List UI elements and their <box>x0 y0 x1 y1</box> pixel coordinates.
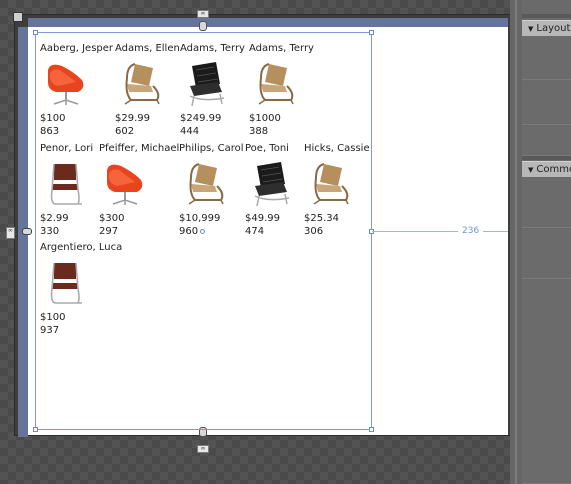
price-text: $100 <box>40 113 66 124</box>
collapse-triangle-icon: ▼ <box>528 25 534 33</box>
price-text: $10,999 <box>179 213 221 224</box>
list-item[interactable]: Hicks, Cassie $25.34 306 <box>304 142 370 238</box>
list-item[interactable]: Adams, Ellen $29.99 602 <box>115 42 180 138</box>
customer-name: Philips, Carol <box>179 143 244 154</box>
margin-readout: 236 <box>458 226 484 236</box>
list-item[interactable]: Adams, Terry $1000 388 <box>249 42 314 138</box>
common-pane-bottom <box>522 280 571 484</box>
cantilever-chair-icon <box>42 259 88 307</box>
bottom-anchor-label: ∞ <box>197 445 209 453</box>
leather-chair-icon <box>247 160 293 208</box>
collapse-triangle-icon: ▼ <box>528 166 534 174</box>
section-header-layout[interactable]: ▼ Layout <box>522 20 571 36</box>
price-text: $25.34 <box>304 213 339 224</box>
customer-name: Adams, Ellen <box>115 43 180 54</box>
common-pane-top <box>522 178 571 228</box>
designer-window: { "items": [ {"name":"Aaberg, Jesper","p… <box>0 0 571 484</box>
margin-guide-line <box>372 231 508 232</box>
egg-chair-icon <box>101 160 147 208</box>
egg-chair-icon <box>42 60 88 108</box>
panel-gap <box>522 14 571 18</box>
price-text: $2.99 <box>40 213 69 224</box>
customer-name: Aaberg, Jesper <box>40 43 114 54</box>
quantity-text: 474 <box>245 226 265 237</box>
list-item[interactable]: Pfeiffer, Michael $300 297 <box>99 142 179 238</box>
layout-pane-mid <box>522 81 571 125</box>
quantity-text: 602 <box>115 126 135 137</box>
layout-pane-bottom <box>522 126 571 156</box>
customer-name: Poe, Toni <box>245 143 289 154</box>
section-header-common-properties[interactable]: ▼Common Properties <box>522 161 571 177</box>
bentwood-chair-icon <box>306 160 352 208</box>
top-anchor-pin-icon[interactable] <box>199 21 207 31</box>
section-title: Common Properties <box>536 164 571 175</box>
quantity-text: 937 <box>40 325 60 336</box>
list-item[interactable]: Argentiero, Luca $100 937 <box>40 241 122 337</box>
quantity-text: 388 <box>249 126 269 137</box>
list-item[interactable]: Adams, Terry $249.99 444 <box>180 42 245 138</box>
leather-chair-icon <box>182 60 228 108</box>
common-pane-mid <box>522 229 571 279</box>
grid-corner-icon[interactable] <box>13 12 23 22</box>
quantity-text: 330 <box>40 226 60 237</box>
price-text: $1000 <box>249 113 281 124</box>
left-anchor-label: ∞ <box>6 227 15 239</box>
customer-name: Hicks, Cassie <box>304 143 370 154</box>
price-text: $49.99 <box>245 213 280 224</box>
customer-name: Argentiero, Luca <box>40 242 123 253</box>
left-anchor-pin-icon[interactable] <box>22 228 32 235</box>
resize-handle-bottom-right[interactable] <box>369 427 374 432</box>
resize-handle-bottom-left[interactable] <box>33 427 38 432</box>
customer-name: Penor, Lori <box>40 143 94 154</box>
resize-handle-top-left[interactable] <box>33 30 38 35</box>
quantity-text: 297 <box>99 226 119 237</box>
price-text: $300 <box>99 213 125 224</box>
price-text: $100 <box>40 312 66 323</box>
panel-gap <box>522 156 571 160</box>
customer-name: Adams, Terry <box>249 43 314 54</box>
list-item[interactable]: Philips, Carol $10,999 960 <box>179 142 244 238</box>
quantity-text: 863 <box>40 126 60 137</box>
list-item[interactable]: Aaberg, Jesper $100 863 <box>40 42 113 138</box>
list-item[interactable]: Penor, Lori $2.99 330 <box>40 142 93 238</box>
customer-name: Pfeiffer, Michael <box>99 143 180 154</box>
section-title: Layout <box>536 23 571 34</box>
quantity-text: 960 <box>179 226 199 237</box>
top-anchor-label: ∞ <box>197 10 209 18</box>
quantity-text: 444 <box>180 126 200 137</box>
price-text: $249.99 <box>180 113 222 124</box>
panel-splitter-line <box>515 0 517 484</box>
top-grid-ruler[interactable] <box>28 18 508 27</box>
price-text: $29.99 <box>115 113 150 124</box>
bentwood-chair-icon <box>117 60 163 108</box>
bentwood-chair-icon <box>181 160 227 208</box>
layout-pane-top <box>522 37 571 80</box>
bentwood-chair-icon <box>251 60 297 108</box>
list-item[interactable]: Poe, Toni $49.99 474 <box>245 142 293 238</box>
quantity-text: 306 <box>304 226 324 237</box>
resize-handle-top-right[interactable] <box>369 30 374 35</box>
cantilever-chair-icon <box>42 160 88 208</box>
customer-name: Adams, Terry <box>180 43 245 54</box>
